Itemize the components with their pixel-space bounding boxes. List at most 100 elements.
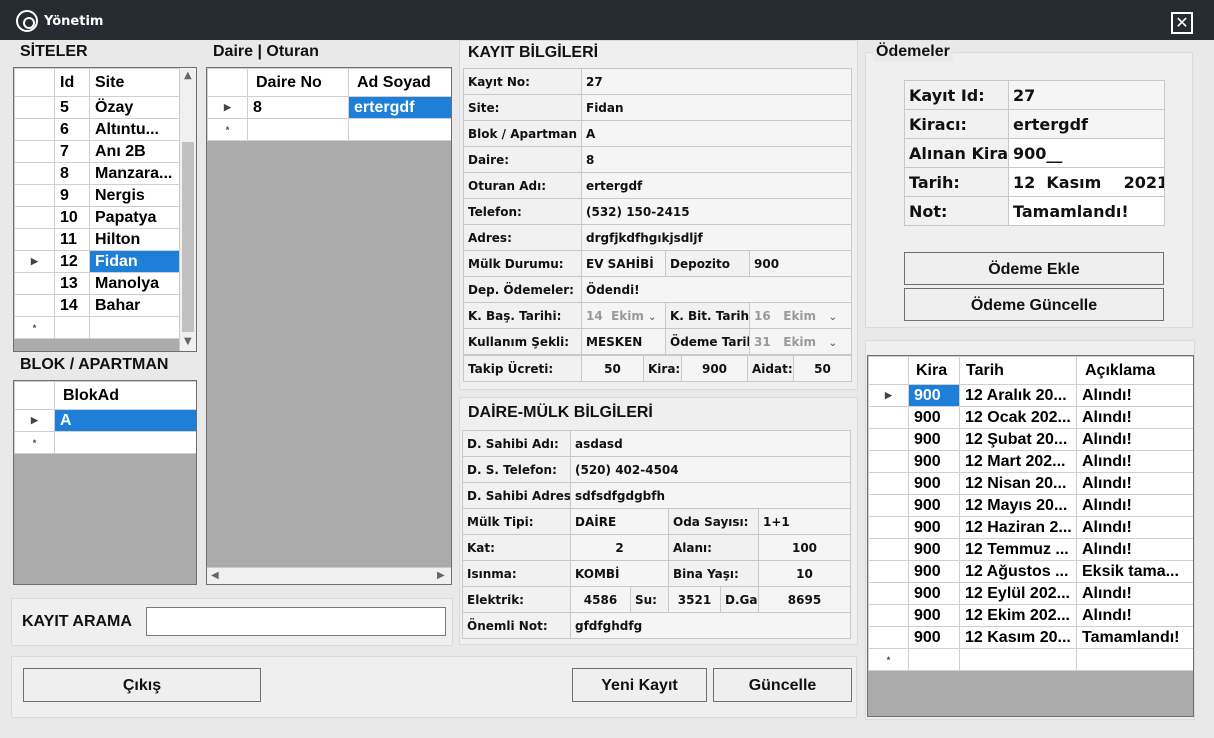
cell-site[interactable]: Papatya xyxy=(89,206,181,229)
cell-id[interactable] xyxy=(54,316,90,339)
cell-aciklama[interactable]: Alındı! xyxy=(1076,494,1193,517)
siteler-scrollbar[interactable]: ▲ ▼ xyxy=(179,68,196,351)
cell-ad-soyad[interactable] xyxy=(348,118,451,141)
cell-tarih[interactable]: 12 Haziran 2... xyxy=(959,516,1077,539)
kat-field[interactable]: 2 xyxy=(570,534,669,561)
column-header-tarih[interactable]: Tarih xyxy=(959,356,1077,385)
table-row[interactable]: 13 Manolya xyxy=(14,272,181,295)
table-row[interactable]: 900 12 Ağustos ... Eksik tama... xyxy=(868,560,1193,583)
column-header-id[interactable]: Id xyxy=(54,68,90,97)
telefon-field[interactable]: (532) 150-2415 xyxy=(581,198,852,225)
search-input[interactable] xyxy=(146,607,446,636)
sahibi-field[interactable]: asdasd xyxy=(569,430,852,457)
siteler-grid[interactable]: Id Site 5 Özay 6 Altıntu... 7 Anı 2B 8 Manza… xyxy=(13,67,197,352)
blok-grid[interactable]: BlokAd ▶ A * xyxy=(13,380,197,585)
tarih-picker[interactable]: 12 Kasım 2021 ⌄ xyxy=(1008,167,1165,197)
cell-daire-no[interactable]: 8 xyxy=(247,96,349,119)
adres-field[interactable]: drgfjkdfhgıkjsdljf xyxy=(581,224,852,251)
cell-aciklama[interactable]: Alındı! xyxy=(1076,450,1193,473)
dep-odemeler-field[interactable]: Ödendi! xyxy=(581,276,852,303)
update-payment-button[interactable]: Ödeme Güncelle xyxy=(904,288,1164,321)
table-row[interactable]: 10 Papatya xyxy=(14,206,181,229)
new-record-button[interactable]: Yeni Kayıt xyxy=(572,668,707,702)
kiraci-field[interactable]: ertergdf xyxy=(1008,109,1165,139)
cell-kira[interactable]: 900 xyxy=(908,494,960,517)
cell-tarih[interactable]: 12 Nisan 20... xyxy=(959,472,1077,495)
column-header-kira[interactable]: Kira xyxy=(908,356,960,385)
dgaz-field[interactable]: 8695 xyxy=(757,586,852,613)
table-row-selected[interactable]: ▶ 8 ertergdf xyxy=(207,96,451,119)
cell-tarih[interactable]: 12 Ocak 202... xyxy=(959,406,1077,429)
cell-id[interactable]: 8 xyxy=(54,162,90,185)
cell-id[interactable]: 10 xyxy=(54,206,90,229)
table-row[interactable]: 900 12 Eylül 202... Alındı! xyxy=(868,582,1193,605)
bina-yasi-field[interactable]: 10 xyxy=(757,560,852,587)
cell-site[interactable]: Altıntu... xyxy=(89,118,181,141)
elektrik-field[interactable]: 4586 xyxy=(570,586,631,613)
cell-tarih[interactable]: 12 Ekim 202... xyxy=(959,604,1077,627)
cell-tarih[interactable]: 12 Ağustos ... xyxy=(959,560,1077,583)
cell-id[interactable]: 7 xyxy=(54,140,90,163)
cell-blokad[interactable]: A xyxy=(54,409,196,432)
cell-id[interactable]: 14 xyxy=(54,294,90,317)
cell-kira[interactable]: 900 xyxy=(908,472,960,495)
table-row-selected[interactable]: ▶ 12 Fidan xyxy=(14,250,181,273)
cell-kira[interactable]: 900 xyxy=(908,450,960,473)
cell-id[interactable]: 9 xyxy=(54,184,90,207)
column-header-ad-soyad[interactable]: Ad Soyad xyxy=(348,68,451,97)
cell-tarih[interactable] xyxy=(959,648,1077,671)
table-row-selected[interactable]: ▶ 900 12 Aralık 20... Alındı! xyxy=(868,384,1193,407)
su-field[interactable]: 3521 xyxy=(668,586,721,613)
cell-site[interactable]: Manolya xyxy=(89,272,181,295)
cell-aciklama[interactable]: Alındı! xyxy=(1076,516,1193,539)
close-button[interactable]: ✕ xyxy=(1171,12,1193,34)
table-row[interactable]: 11 Hilton xyxy=(14,228,181,251)
chevron-down-icon[interactable]: ⌄ xyxy=(829,338,837,349)
cell-kira[interactable]: 900 xyxy=(908,406,960,429)
cell-kira[interactable]: 900 xyxy=(908,516,960,539)
kayit-no-field[interactable]: 27 xyxy=(581,68,852,95)
new-row[interactable]: * xyxy=(207,118,451,141)
kira-field[interactable]: 900 xyxy=(681,355,748,382)
oturan-field[interactable]: ertergdf xyxy=(581,172,852,199)
cell-id[interactable]: 11 xyxy=(54,228,90,251)
cell-aciklama[interactable]: Alındı! xyxy=(1076,406,1193,429)
column-header-daire-no[interactable]: Daire No xyxy=(247,68,349,97)
sahibi-adres-field[interactable]: sdfsdfgdgbfh xyxy=(569,482,852,509)
odeme-tarihi-picker[interactable]: 31 Ekim ⌄ xyxy=(749,328,852,355)
scroll-right-icon[interactable]: ▶ xyxy=(437,570,445,581)
aidat-field[interactable]: 50 xyxy=(793,355,852,382)
table-row[interactable]: 900 12 Mayıs 20... Alındı! xyxy=(868,494,1193,517)
chevron-down-icon[interactable]: ⌄ xyxy=(648,312,656,323)
table-row[interactable]: 900 12 Ocak 202... Alındı! xyxy=(868,406,1193,429)
table-row[interactable]: 900 12 Kasım 20... Tamamlandı! xyxy=(868,626,1193,649)
takip-field[interactable]: 50 xyxy=(581,355,644,382)
daire-field[interactable]: 8 xyxy=(581,146,852,173)
chevron-down-icon[interactable]: ⌄ xyxy=(829,312,837,323)
cell-site[interactable]: Nergis xyxy=(89,184,181,207)
mulk-tipi-field[interactable]: DAİRE xyxy=(570,508,669,535)
cell-site[interactable]: Hilton xyxy=(89,228,181,251)
cell-aciklama[interactable]: Alındı! xyxy=(1076,472,1193,495)
cell-tarih[interactable]: 12 Şubat 20... xyxy=(959,428,1077,451)
daire-hscrollbar[interactable]: ◀ ▶ xyxy=(207,567,451,584)
odeme-id-field[interactable]: 27 xyxy=(1008,80,1165,110)
table-row[interactable]: 14 Bahar xyxy=(14,294,181,317)
cell-id[interactable]: 12 xyxy=(54,250,90,273)
cell-aciklama[interactable]: Alındı! xyxy=(1076,428,1193,451)
scroll-thumb[interactable] xyxy=(182,142,194,332)
cell-ad-soyad[interactable]: ertergdf xyxy=(348,96,451,119)
cell-site[interactable]: Anı 2B xyxy=(89,140,181,163)
cell-tarih[interactable]: 12 Aralık 20... xyxy=(959,384,1077,407)
daire-grid[interactable]: Daire No Ad Soyad ▶ 8 ertergdf * ◀ ▶ xyxy=(206,67,452,585)
cell-kira[interactable]: 900 xyxy=(908,604,960,627)
column-header-aciklama[interactable]: Açıklama xyxy=(1076,356,1193,385)
table-row[interactable]: 7 Anı 2B xyxy=(14,140,181,163)
new-row[interactable]: * xyxy=(14,316,181,339)
add-payment-button[interactable]: Ödeme Ekle xyxy=(904,252,1164,285)
cell-aciklama[interactable] xyxy=(1076,648,1193,671)
kullanim-field[interactable]: MESKEN xyxy=(581,328,666,355)
cell-kira[interactable] xyxy=(908,648,960,671)
new-row[interactable]: * xyxy=(868,648,1193,671)
cell-id[interactable]: 5 xyxy=(54,96,90,119)
